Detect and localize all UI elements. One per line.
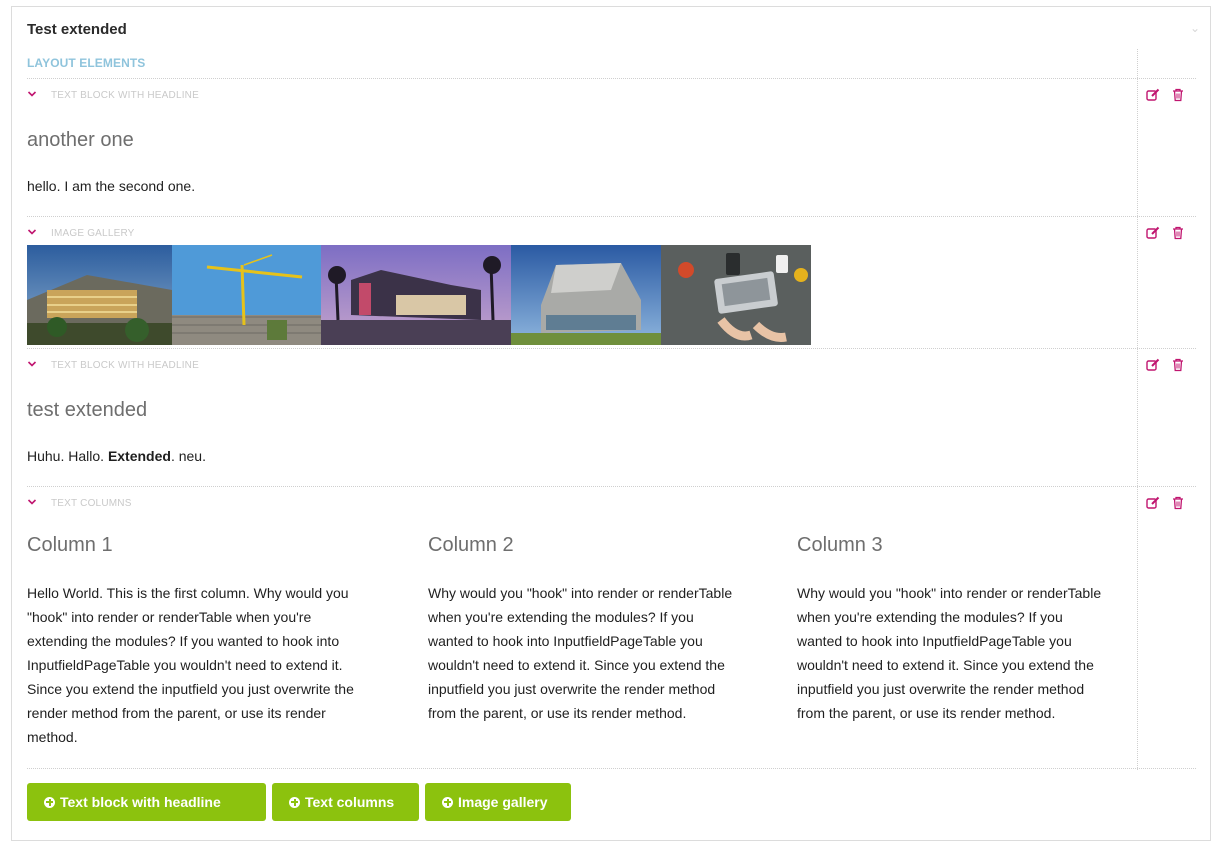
chevron-down-icon[interactable] — [27, 497, 37, 507]
add-element-buttons: Text block with headline Text columns Im… — [27, 783, 571, 821]
divider — [27, 768, 1196, 769]
text-column: Column 2 Why would you "hook" into rende… — [428, 534, 738, 725]
divider — [27, 348, 1196, 349]
plus-circle-icon — [289, 796, 300, 808]
chevron-down-icon[interactable] — [27, 359, 37, 369]
actions-column-divider — [1137, 49, 1138, 770]
construction-crane-photo[interactable] — [172, 245, 321, 345]
body-text-bold: Extended — [107, 448, 171, 464]
add-text-columns-button[interactable]: Text columns — [272, 783, 419, 821]
text-column: Column 3 Why would you "hook" into rende… — [797, 534, 1107, 725]
page-table-panel: Test extended ⌄ LAYOUT ELEMENTS TEXT BLO… — [11, 6, 1211, 841]
image-gallery — [27, 245, 812, 345]
edit-icon[interactable] — [1145, 87, 1161, 103]
button-label: Image gallery — [458, 794, 548, 810]
row-type-label: TEXT BLOCK WITH HEADLINE — [51, 90, 199, 101]
edit-icon[interactable] — [1145, 357, 1161, 373]
column-text: Hello World. This is the first column. W… — [27, 585, 354, 745]
row-type-label: TEXT BLOCK WITH HEADLINE — [51, 360, 199, 371]
trash-icon[interactable] — [1170, 87, 1186, 103]
row-headline: test extended — [27, 399, 148, 421]
column-title: Column 1 — [27, 534, 113, 556]
plus-circle-icon — [44, 796, 55, 808]
laptop-desk-photo[interactable] — [661, 245, 811, 345]
body-text-after: . neu. — [170, 448, 206, 464]
row-headline: another one — [27, 129, 134, 151]
trash-icon[interactable] — [1170, 225, 1186, 241]
column-title: Column 2 — [428, 534, 514, 556]
plus-circle-icon — [442, 796, 453, 808]
chevron-down-icon[interactable]: ⌄ — [1188, 21, 1202, 35]
museum-at-dusk-photo[interactable] — [321, 245, 511, 345]
text-column: Column 1 Hello World. This is the first … — [27, 534, 372, 749]
add-image-gallery-button[interactable]: Image gallery — [425, 783, 571, 821]
divider — [27, 486, 1196, 487]
column-text: Why would you "hook" into render or rend… — [428, 585, 733, 721]
add-text-block-button[interactable]: Text block with headline — [27, 783, 266, 821]
modern-glass-building-photo[interactable] — [511, 245, 661, 345]
button-label: Text columns — [305, 794, 395, 810]
trash-icon[interactable] — [1170, 357, 1186, 373]
edit-icon[interactable] — [1145, 225, 1161, 241]
row-type-label: TEXT COLUMNS — [51, 498, 132, 509]
panel-title: Test extended — [27, 21, 127, 38]
column-title: Column 3 — [797, 534, 883, 556]
chevron-down-icon[interactable] — [27, 89, 37, 99]
button-label: Text block with headline — [60, 794, 221, 810]
chevron-down-icon[interactable] — [27, 227, 37, 237]
row-body-text: hello. I am the second one. — [27, 178, 196, 194]
edit-icon[interactable] — [1145, 495, 1161, 511]
layout-elements-heading: LAYOUT ELEMENTS — [27, 56, 146, 70]
row-body-text: Huhu. Hallo. Extended. neu. — [27, 448, 206, 464]
divider — [27, 78, 1196, 79]
column-text: Why would you "hook" into render or rend… — [797, 585, 1102, 721]
body-text-before: Huhu. Hallo. — [27, 448, 105, 464]
office-building-photo[interactable] — [27, 245, 172, 345]
row-type-label: IMAGE GALLERY — [51, 228, 135, 239]
trash-icon[interactable] — [1170, 495, 1186, 511]
divider — [27, 216, 1196, 217]
